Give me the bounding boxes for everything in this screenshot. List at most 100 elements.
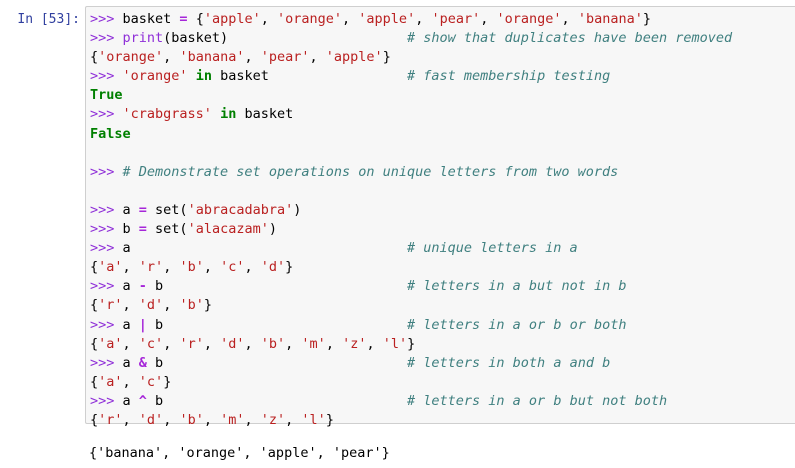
code-token: basket — [236, 106, 294, 123]
code-line: >>> basket = {'apple', 'orange', 'apple'… — [90, 10, 732, 29]
code-token: basket — [211, 68, 408, 85]
code-token: # letters in a or b but not both — [407, 392, 668, 409]
code-token: >>> — [90, 392, 123, 409]
code-line: >>> # Demonstrate set operations on uniq… — [90, 163, 732, 182]
code-line: >>> a = set('abracadabra') — [90, 201, 732, 220]
code-token: { — [187, 11, 204, 27]
code-line: False — [90, 125, 732, 144]
code-token: in — [220, 106, 237, 123]
code-token: a — [122, 354, 139, 371]
code-token: , — [244, 411, 261, 428]
code-token: - — [138, 278, 147, 295]
code-token: , — [285, 411, 302, 428]
code-token: , — [122, 335, 139, 352]
code-line: {'a', 'r', 'b', 'c', 'd'} — [90, 258, 732, 277]
code-token: , — [203, 335, 221, 352]
code-token: 'orange' — [122, 68, 188, 85]
code-token: 'alacazam' — [187, 221, 269, 238]
code-token: 'l' — [382, 335, 408, 352]
code-token: 'c' — [138, 335, 164, 352]
code-token: ^ — [138, 392, 147, 409]
code-line: >>> a # unique letters in a — [90, 239, 732, 258]
code-token: , — [415, 11, 432, 27]
code-token: } — [382, 49, 391, 66]
code-token: False — [90, 125, 131, 142]
code-token: 'b' — [260, 335, 286, 352]
code-token: 'pear' — [431, 11, 481, 27]
code-token: 'banana' — [179, 49, 245, 66]
code-token: 'm' — [301, 335, 326, 352]
code-line: >>> a & b # letters in both a and b — [90, 354, 732, 373]
code-line: >>> print(basket) # show that duplicates… — [90, 29, 732, 48]
code-token: , — [203, 259, 221, 276]
code-token: , — [285, 335, 302, 352]
code-token: , — [163, 335, 180, 352]
code-line: {'r', 'd', 'b'} — [90, 296, 732, 315]
code-token: 'd' — [138, 411, 164, 428]
code-token: ) — [293, 201, 302, 218]
code-token: # fast membership testing — [407, 68, 611, 85]
code-token: , — [325, 335, 343, 352]
code-token: basket — [122, 11, 180, 27]
code-token: >>> — [90, 354, 123, 371]
code-token: { — [90, 297, 99, 314]
code-line: True — [90, 86, 732, 105]
code-line: >>> a | b # letters in a or b or both — [90, 316, 732, 335]
code-token: , — [244, 259, 261, 276]
code-token: { — [90, 373, 99, 390]
code-token: >>> — [90, 11, 123, 27]
code-editor[interactable]: >>> basket = {'apple', 'orange', 'apple'… — [90, 10, 732, 430]
code-token: , — [561, 11, 578, 27]
code-token: 'orange' — [496, 11, 562, 27]
code-token: { — [90, 335, 99, 352]
code-token: # show that duplicates have been removed — [407, 30, 733, 47]
code-token: , — [480, 11, 497, 27]
code-line: >>> 'orange' in basket # fast membership… — [90, 67, 732, 86]
code-token: & — [138, 354, 147, 371]
code-line: >>> b = set('alacazam') — [90, 220, 732, 239]
code-line: >>> a ^ b # letters in a or b but not bo… — [90, 392, 732, 411]
code-token: 'crabgrass' — [122, 106, 212, 123]
code-token: , — [260, 11, 277, 27]
code-token: a — [122, 201, 139, 218]
code-token: { — [90, 259, 99, 276]
code-token: = — [138, 201, 147, 218]
code-token: 'c' — [138, 373, 164, 390]
code-token: } — [163, 373, 172, 390]
code-token: 'b' — [179, 297, 204, 314]
code-token: True — [90, 87, 123, 104]
code-line: {'a', 'c'} — [90, 373, 732, 392]
code-token: b — [146, 354, 408, 371]
code-token: } — [642, 11, 651, 27]
code-token: } — [203, 297, 212, 314]
code-token: a — [122, 278, 139, 295]
code-token: 'z' — [342, 335, 367, 352]
cell-output: {'banana', 'orange', 'apple', 'pear'} — [89, 445, 390, 461]
code-token: 'apple' — [358, 11, 416, 27]
code-token: , — [163, 49, 180, 66]
code-token: # letters in a or b or both — [407, 316, 627, 333]
code-token: , — [163, 411, 180, 428]
code-token: 'd' — [260, 259, 286, 276]
code-token: , — [203, 411, 221, 428]
code-token: 'a' — [98, 335, 123, 352]
code-token: b — [146, 278, 408, 295]
code-token: , — [309, 49, 326, 66]
code-token: 'pear' — [260, 49, 310, 66]
code-line: {'orange', 'banana', 'pear', 'apple'} — [90, 48, 732, 67]
code-token: , — [163, 297, 180, 314]
code-token: >>> — [90, 278, 123, 295]
code-token: ) — [268, 221, 277, 238]
code-token: , — [122, 373, 139, 390]
code-cell-input[interactable]: >>> basket = {'apple', 'orange', 'apple'… — [85, 6, 795, 428]
code-token: , — [342, 11, 359, 27]
code-token: | — [138, 316, 147, 333]
code-token: 'a' — [98, 259, 123, 276]
code-token: >>> — [90, 30, 123, 47]
code-token: >>> — [90, 221, 123, 238]
code-token: 'a' — [98, 373, 123, 390]
code-token: 'r' — [98, 297, 123, 314]
